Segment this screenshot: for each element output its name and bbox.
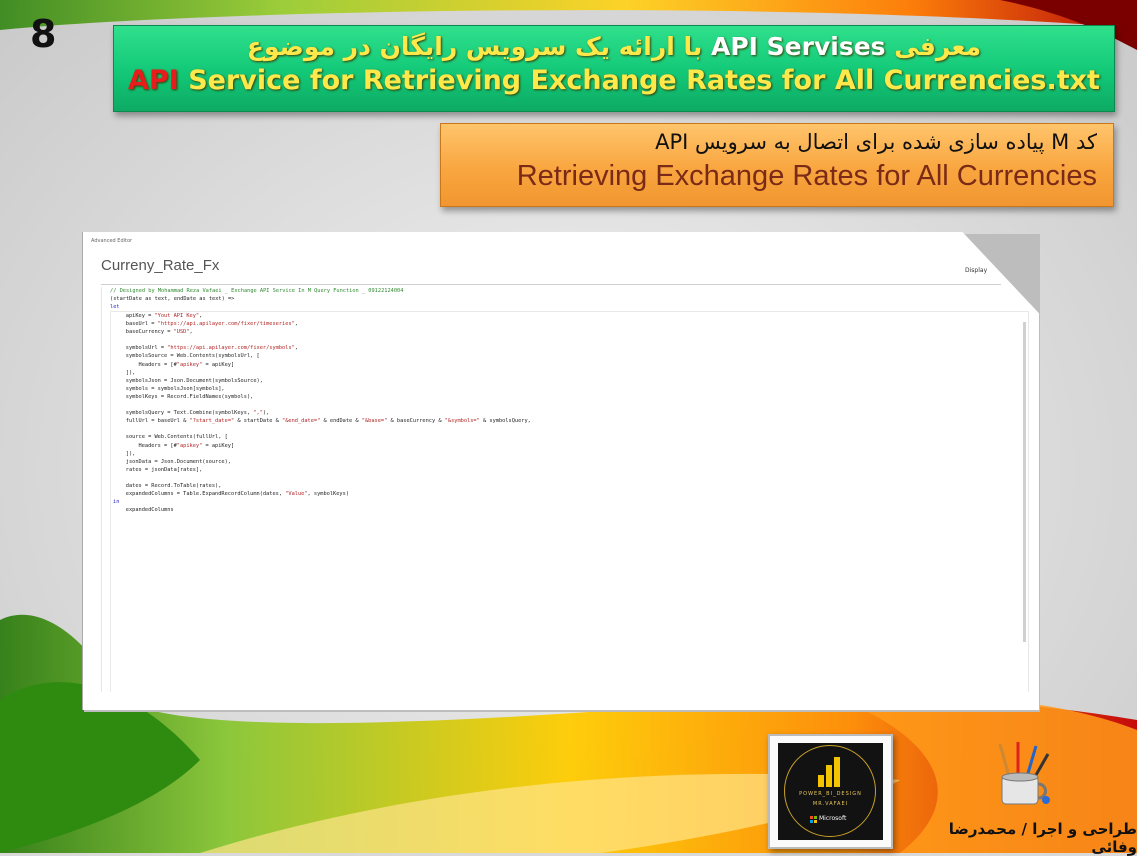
designer-credit: طراحی و اجرا / محمدرضا وفائی [948,820,1137,856]
ms-square-green [814,816,817,819]
code-editor[interactable]: // Designed by Mohammad Reza Vafaei _ Ex… [101,287,1029,692]
code-line: symbolsJson = Json.Document(symbolsSourc… [113,377,263,384]
vertical-scrollbar[interactable] [1023,322,1026,642]
title-line-1: معرفی API Servises با ارائه یک سرویس رای… [114,32,1114,61]
code-line: symbolKeys = Record.FieldNames(symbols), [113,393,254,400]
title-banner: معرفی API Servises با ارائه یک سرویس رای… [113,25,1115,112]
title-service-text: Service for Retrieving Exchange Rates fo… [188,65,1100,96]
code-body[interactable]: apiKey = "Yout API Key", baseUrl = "http… [113,312,531,514]
code-line: dates = Record.ToTable(rates), [113,482,222,489]
editor-window-label: Advanced Editor [91,238,133,244]
power-bi-logo: POWER_BI_DESIGN MR.VAFAEI Microsoft [778,743,883,840]
code-line: ​ [113,336,531,344]
paint-cup-icon [998,742,1050,805]
code-line: rates = jsonData[rates], [113,466,203,473]
ms-square-blue [810,820,813,823]
title-prefix: معرفی [894,32,982,61]
subtitle-persian: کد M پیاده سازی شده برای اتصال به سرویس … [655,130,1097,154]
code-line: in [113,499,120,506]
code-line: jsonData = Json.Document(source), [113,458,231,465]
code-body-box: apiKey = "Yout API Key", baseUrl = "http… [110,311,1029,692]
subtitle-banner: کد M پیاده سازی شده برای اتصال به سرویس … [440,123,1114,207]
code-line: baseCurrency = "USD", [113,329,193,336]
code-line: apiKey = "Yout API Key", [113,313,203,319]
code-line: ]), [113,450,136,457]
microsoft-logo: Microsoft [810,815,850,825]
code-line: ​ [113,474,531,482]
code-line: symbols = symbolsJson[symbols], [113,385,225,392]
advanced-editor-window: Advanced Editor Curreny_Rate_Fx Display … [82,232,1039,710]
display-options-button[interactable]: Display [965,267,987,274]
microsoft-text: Microsoft [819,815,847,822]
logo-text-1: POWER_BI_DESIGN [799,791,862,797]
code-line: Headers = [#"apikey" = apiKey] [113,442,235,449]
code-header: // Designed by Mohammad Reza Vafaei _ Ex… [110,287,403,311]
ms-square-yellow [814,820,817,823]
code-line: Headers = [#"apikey" = apiKey] [113,361,235,368]
brand-logo-frame: POWER_BI_DESIGN MR.VAFAEI Microsoft [768,734,893,849]
slide-number: 8 [30,12,57,56]
code-line: source = Web.Contents(fullUrl, [ [113,434,228,441]
code-line: symbolsSource = Web.Contents(symbolsUrl,… [113,353,260,360]
code-line: ​ [113,425,531,433]
title-highlight: API Servises [710,32,886,61]
subtitle-english: Retrieving Exchange Rates for All Curren… [516,160,1097,192]
code-header-line: // Designed by Mohammad Reza Vafaei _ Ex… [110,288,404,294]
code-line: baseUrl = "https://api.apilayer.com/fixe… [113,321,298,328]
editor-divider [101,284,1001,285]
code-line: fullUrl = baseUrl & "?start_date=" & sta… [113,418,531,425]
query-name: Curreny_Rate_Fx [101,257,220,274]
title-suffix: با ارائه یک سرویس رایگان در موضوع [246,32,703,61]
code-line: ]), [113,369,136,376]
title-line-2: API Service for Retrieving Exchange Rate… [114,65,1114,96]
logo-text-2: MR.VAFAEI [812,801,849,807]
code-line: ​ [113,401,531,409]
ms-square-red [810,816,813,819]
code-line: symbolsUrl = "https://api.apilayer.com/f… [113,345,298,352]
code-line: expandedColumns [113,507,174,514]
code-header-line: (startDate as text, endDate as text) => [110,296,235,303]
title-api-word: API [128,65,179,96]
code-line: expandedColumns = Table.ExpandRecordColu… [113,491,350,498]
code-line: symbolsQuery = Text.Combine(symbolKeys, … [113,410,270,417]
